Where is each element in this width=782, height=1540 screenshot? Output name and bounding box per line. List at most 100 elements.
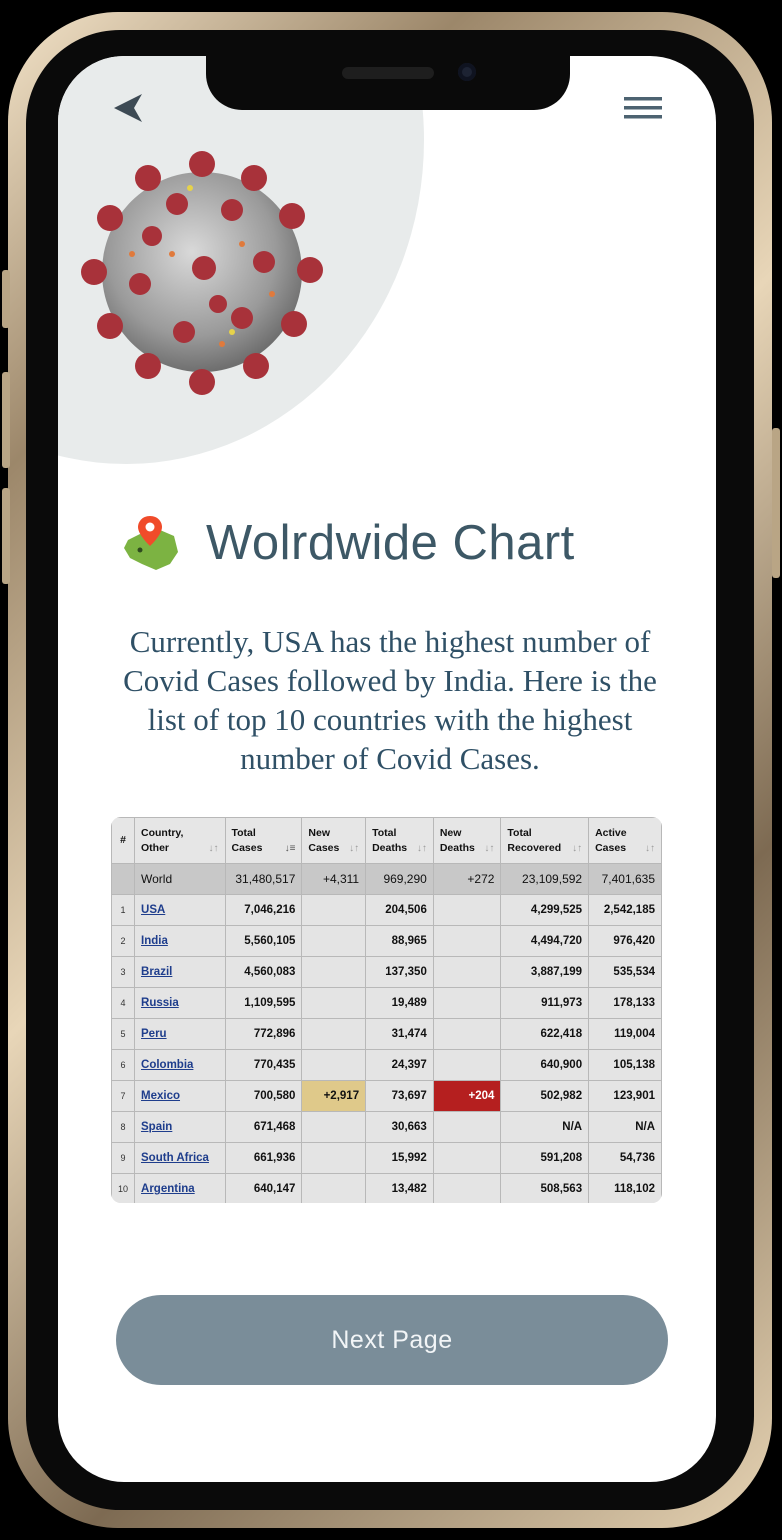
country-link[interactable]: Colombia [141,1059,193,1071]
row-total-recovered: 622,418 [500,1018,590,1050]
row-new-cases [301,1111,367,1143]
header-label: Cases [308,841,340,854]
sort-icon[interactable]: ↓↑ [572,841,582,856]
sort-icon[interactable]: ↓↑ [417,841,427,856]
sort-icon[interactable]: ↓↑ [209,841,219,856]
header-label: Deaths [372,841,408,854]
next-page-button[interactable]: Next Page [116,1295,668,1385]
volume-up-button [2,372,10,468]
country-link[interactable]: USA [141,904,165,916]
country-link[interactable]: India [141,935,168,947]
power-button [772,428,780,578]
world-total-cases: 31,480,517 [224,863,303,895]
row-total-cases: 1,109,595 [224,987,303,1019]
row-total-cases: 772,896 [224,1018,303,1050]
header-active-cases[interactable]: Active Cases ↓↑ [588,817,662,864]
row-active-cases: 105,138 [588,1049,662,1081]
sort-icon[interactable]: ↓↑ [645,841,655,856]
row-country: Colombia [134,1049,226,1081]
row-total-recovered: 4,299,525 [500,894,590,926]
sort-icon[interactable]: ↓≡ [285,841,296,856]
row-new-deaths: +204 [432,1080,502,1112]
front-camera [458,63,476,81]
row-total-cases: 770,435 [224,1049,303,1081]
row-new-deaths [432,987,502,1019]
world-country: World [134,863,226,895]
header-new-cases[interactable]: New Cases ↓↑ [301,817,367,864]
row-new-cases: +2,917 [301,1080,367,1112]
row-active-cases: 976,420 [588,925,662,957]
row-total-recovered: 4,494,720 [500,925,590,957]
row-country: Argentina [134,1173,226,1203]
row-total-deaths: 24,397 [365,1049,434,1081]
row-new-deaths [432,1142,502,1174]
row-total-recovered: 3,887,199 [500,956,590,988]
header-label: Recovered [507,841,562,854]
header-rank-label: # [120,834,126,846]
row-active-cases: 118,102 [588,1173,662,1203]
table-row: 10 Argentina 640,147 13,482 508,563 118,102 [111,1173,662,1203]
row-total-deaths: 31,474 [365,1018,434,1050]
table-row: 7 Mexico 700,580 +2,917 73,697 +204 502,982 123… [111,1080,662,1112]
world-rank [111,863,136,895]
header-label: Cases [231,841,263,854]
coronavirus-illustration [81,151,323,395]
row-new-deaths [432,1111,502,1143]
row-new-deaths [432,1173,502,1203]
row-rank: 9 [111,1142,136,1174]
row-rank: 7 [111,1080,136,1112]
header-total-recovered[interactable]: Total Recovered ↓↑ [500,817,590,864]
table-row: 2 India 5,560,105 88,965 4,494,720 976,420 [111,925,662,957]
header-total-cases[interactable]: Total Cases ↓≡ [224,817,303,864]
country-link[interactable]: Peru [141,1028,167,1040]
row-rank: 1 [111,894,136,926]
table-header-row: # Country, Other ↓↑ Total Cases ↓≡ New Cases ↓… [111,817,662,864]
row-total-cases: 671,468 [224,1111,303,1143]
page-title: Wolrdwide Chart [206,516,575,570]
header-country[interactable]: Country, Other ↓↑ [134,817,226,864]
header-total-deaths[interactable]: Total Deaths ↓↑ [365,817,434,864]
country-link[interactable]: Spain [141,1121,172,1133]
row-country: Russia [134,987,226,1019]
country-link[interactable]: Brazil [141,966,172,978]
row-new-cases [301,1173,367,1203]
sort-icon[interactable]: ↓↑ [349,841,359,856]
row-rank: 2 [111,925,136,957]
row-total-recovered: 508,563 [500,1173,590,1203]
row-total-deaths: 137,350 [365,956,434,988]
sort-icon[interactable]: ↓↑ [484,841,494,856]
row-new-cases [301,956,367,988]
chevron-left-icon[interactable] [110,90,150,126]
row-total-recovered: 640,900 [500,1049,590,1081]
row-new-cases [301,987,367,1019]
volume-down-button [2,488,10,584]
row-new-deaths [432,1018,502,1050]
country-link[interactable]: Mexico [141,1090,180,1102]
table-row: 1 USA 7,046,216 204,506 4,299,525 2,542,185 [111,894,662,926]
row-total-recovered: N/A [500,1111,590,1143]
row-active-cases: 178,133 [588,987,662,1019]
country-link[interactable]: Russia [141,997,179,1009]
app-screen: Wolrdwide Chart Currently, USA has the h… [58,56,716,1482]
header-new-deaths[interactable]: New Deaths ↓↑ [432,817,502,864]
header-label: Country, [141,826,184,839]
header-label: Deaths [439,841,475,854]
header-label: New [439,826,462,839]
row-rank: 3 [111,956,136,988]
row-new-cases [301,894,367,926]
row-new-cases [301,1018,367,1050]
covid-table-container[interactable]: # Country, Other ↓↑ Total Cases ↓≡ New Cases ↓… [111,817,662,1203]
row-total-deaths: 19,489 [365,987,434,1019]
table-row: 4 Russia 1,109,595 19,489 911,973 178,133 [111,987,662,1019]
row-new-deaths [432,956,502,988]
hamburger-menu-icon[interactable] [622,94,662,124]
row-rank: 6 [111,1049,136,1081]
row-country: USA [134,894,226,926]
country-link[interactable]: South Africa [141,1152,209,1164]
header-rank[interactable]: # [111,817,136,864]
row-total-cases: 700,580 [224,1080,303,1112]
row-new-cases [301,925,367,957]
country-link[interactable]: Argentina [141,1183,195,1195]
row-new-cases [301,1049,367,1081]
row-new-deaths [432,1049,502,1081]
